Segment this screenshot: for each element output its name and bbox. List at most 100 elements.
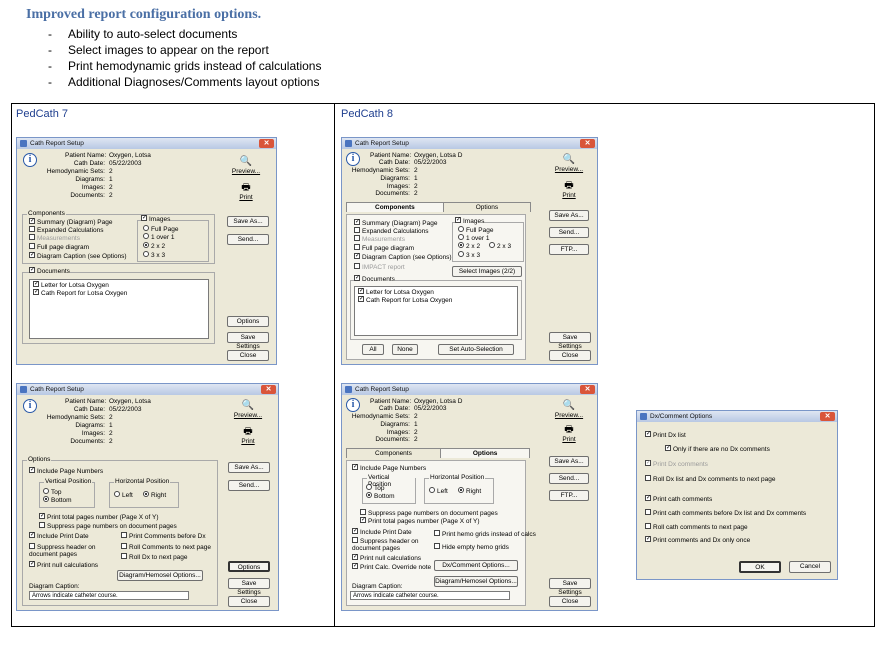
cancel-button[interactable]: Cancel xyxy=(789,561,831,573)
save-settings-button[interactable]: Save Settings xyxy=(227,332,269,350)
three-by-three-radio[interactable]: 3 x 3 xyxy=(143,251,165,259)
save-settings-button[interactable]: Save Settings xyxy=(549,578,591,596)
hemo-grids-checkbox[interactable]: Print hemo grids instead of calcs xyxy=(434,530,536,538)
include-page-numbers-checkbox[interactable]: ✓ Include Page Numbers xyxy=(29,467,103,475)
total-pages-checkbox[interactable]: ✓ Print total pages number (Page X of Y) xyxy=(360,517,480,525)
diagram-hemosel-options-button[interactable]: Diagram/Hemosel Options... xyxy=(434,576,518,587)
cath-comments-before-dx-checkbox[interactable]: Print cath comments before Dx list and D… xyxy=(645,509,806,517)
ftp-button[interactable]: FTP... xyxy=(549,490,589,501)
dx-comment-options-button[interactable]: Dx/Comment Options... xyxy=(434,560,518,571)
documents-list[interactable]: ✓ Letter for Lotsa Oxygen ✓ Cath Report fo… xyxy=(29,279,209,339)
expanded-checkbox[interactable]: Expanded Calculations xyxy=(29,226,104,234)
three-wide-radio[interactable]: 2 x 3 xyxy=(489,242,511,250)
left-radio[interactable]: Left xyxy=(429,487,448,495)
one-over-one-radio[interactable]: 1 over 1 xyxy=(458,234,490,242)
send-button[interactable]: Send... xyxy=(228,480,270,491)
top-radio[interactable]: Top xyxy=(366,484,384,492)
save-settings-button[interactable]: Save Settings xyxy=(228,578,270,596)
total-pages-checkbox[interactable]: ✓ Print total pages number (Page X of Y) xyxy=(39,513,159,521)
measurements-checkbox[interactable]: Measurements xyxy=(354,235,405,243)
close-icon[interactable]: ✕ xyxy=(580,385,595,394)
summary-checkbox[interactable]: ✓ Summary (Diagram) Page xyxy=(354,219,438,227)
diagram-caption-field[interactable]: Arrows indicate catheter course. xyxy=(350,591,510,600)
summary-checkbox[interactable]: ✓ Summary (Diagram) Page xyxy=(29,218,113,226)
none-button[interactable]: None xyxy=(392,344,418,355)
right-radio[interactable]: Right xyxy=(458,487,481,495)
full-page-radio[interactable]: Full Page xyxy=(458,226,493,234)
calc-override-checkbox[interactable]: ✓ Print Calc. Override note xyxy=(352,563,431,571)
list-item[interactable]: ✓ Cath Report for Lotsa Oxygen xyxy=(358,296,452,304)
print-once-checkbox[interactable]: ✓ Print comments and Dx only once xyxy=(645,536,750,544)
expanded-checkbox[interactable]: Expanded Calculations xyxy=(354,227,429,235)
save-settings-button[interactable]: Save Settings xyxy=(549,332,591,350)
null-calc-checkbox[interactable]: ✓ Print null calculations xyxy=(352,554,421,562)
preview-button[interactable]: 🔍 Preview... xyxy=(231,156,261,175)
print-dx-comments-checkbox[interactable]: ✓ Print Dx comments xyxy=(645,460,708,468)
save-as-button[interactable]: Save As... xyxy=(228,462,270,473)
save-as-button[interactable]: Save As... xyxy=(227,216,269,227)
list-item[interactable]: ✓ Cath Report for Lotsa Oxygen xyxy=(33,289,127,297)
print-cath-comments-checkbox[interactable]: ✓ Print cath comments xyxy=(645,495,712,503)
preview-button[interactable]: 🔍 Preview... xyxy=(233,400,263,419)
options-button[interactable]: Options xyxy=(227,316,269,327)
one-over-one-radio[interactable]: 1 over 1 xyxy=(143,233,175,241)
documents-checkbox[interactable]: ✓ Documents xyxy=(29,267,70,275)
save-as-button[interactable]: Save As... xyxy=(549,210,589,221)
tab-options[interactable]: Options xyxy=(439,448,531,458)
ftp-button[interactable]: FTP... xyxy=(549,244,589,255)
options-button[interactable]: Options xyxy=(228,561,270,572)
documents-checkbox[interactable]: ✓ Documents xyxy=(354,275,395,283)
roll-cath-comments-checkbox[interactable]: Roll cath comments to next page xyxy=(645,523,748,531)
measurements-checkbox[interactable]: Measurements xyxy=(29,234,80,242)
impact-checkbox[interactable]: IMPACT report xyxy=(354,263,405,271)
comments-before-dx-checkbox[interactable]: Print Comments before Dx xyxy=(121,532,206,540)
suppress-page-numbers-checkbox[interactable]: Suppress page numbers on document pages xyxy=(39,522,177,530)
print-button[interactable]: 🖶 Print xyxy=(554,424,584,443)
send-button[interactable]: Send... xyxy=(549,473,589,484)
three-by-three-radio[interactable]: 3 x 3 xyxy=(458,251,480,259)
tab-components[interactable]: Components xyxy=(346,202,444,212)
select-images-button[interactable]: Select Images (2/2) xyxy=(452,266,522,277)
send-button[interactable]: Send... xyxy=(227,234,269,245)
diagram-caption-field[interactable]: Arrows indicate catheter course. xyxy=(29,591,189,600)
caption-checkbox[interactable]: ✓ Diagram Caption (see Options) xyxy=(354,253,452,261)
print-dx-list-checkbox[interactable]: ✓ Print Dx list xyxy=(645,431,686,439)
right-radio[interactable]: Right xyxy=(143,491,166,499)
print-button[interactable]: 🖶 Print xyxy=(233,426,263,445)
send-button[interactable]: Send... xyxy=(549,227,589,238)
bottom-radio[interactable]: Bottom xyxy=(43,496,72,504)
suppress-header-checkbox[interactable]: Suppress header on document pages xyxy=(29,543,109,558)
images-checkbox[interactable]: ✓ Images xyxy=(455,217,485,225)
documents-list[interactable]: ✓ Letter for Lotsa Oxygen ✓ Cath Report fo… xyxy=(354,286,518,336)
all-button[interactable]: All xyxy=(362,344,384,355)
close-button[interactable]: Close xyxy=(227,350,269,361)
print-button[interactable]: 🖶 Print xyxy=(554,180,584,199)
tab-components[interactable]: Components xyxy=(346,448,441,458)
hide-hemo-checkbox[interactable]: Hide empty hemo grids xyxy=(434,543,509,551)
two-by-two-radio[interactable]: 2 x 2 xyxy=(458,242,480,250)
save-as-button[interactable]: Save As... xyxy=(549,456,589,467)
roll-comments-checkbox[interactable]: Roll Comments to next page xyxy=(121,543,211,551)
full-page-radio[interactable]: Full Page xyxy=(143,225,178,233)
fullpage-checkbox[interactable]: Full page diagram xyxy=(354,244,414,252)
close-icon[interactable]: ✕ xyxy=(259,139,274,148)
close-icon[interactable]: ✕ xyxy=(820,412,835,421)
roll-dx-checkbox[interactable]: Roll Dx to next page xyxy=(121,553,188,561)
list-item[interactable]: ✓ Letter for Lotsa Oxygen xyxy=(358,288,434,296)
close-icon[interactable]: ✕ xyxy=(580,139,595,148)
diagram-hemosel-options-button[interactable]: Diagram/Hemosel Options... xyxy=(117,570,203,581)
images-checkbox[interactable]: ✓ Images xyxy=(141,215,171,223)
tab-options[interactable]: Options xyxy=(442,202,532,212)
top-radio[interactable]: Top xyxy=(43,488,61,496)
only-if-no-dx-comments-checkbox[interactable]: ✓ Only if there are no Dx comments xyxy=(665,445,770,453)
two-by-two-radio[interactable]: 2 x 2 xyxy=(143,242,165,250)
ok-button[interactable]: OK xyxy=(739,561,781,573)
suppress-header-checkbox[interactable]: Suppress header on document pages xyxy=(352,537,426,552)
list-item[interactable]: ✓ Letter for Lotsa Oxygen xyxy=(33,281,109,289)
close-icon[interactable]: ✕ xyxy=(261,385,276,394)
close-button[interactable]: Close xyxy=(549,350,591,361)
include-print-date-checkbox[interactable]: ✓ Include Print Date xyxy=(352,528,412,536)
print-button[interactable]: 🖶 Print xyxy=(231,182,261,201)
preview-button[interactable]: 🔍 Preview... xyxy=(554,400,584,419)
caption-checkbox[interactable]: ✓ Diagram Caption (see Options) xyxy=(29,252,127,260)
